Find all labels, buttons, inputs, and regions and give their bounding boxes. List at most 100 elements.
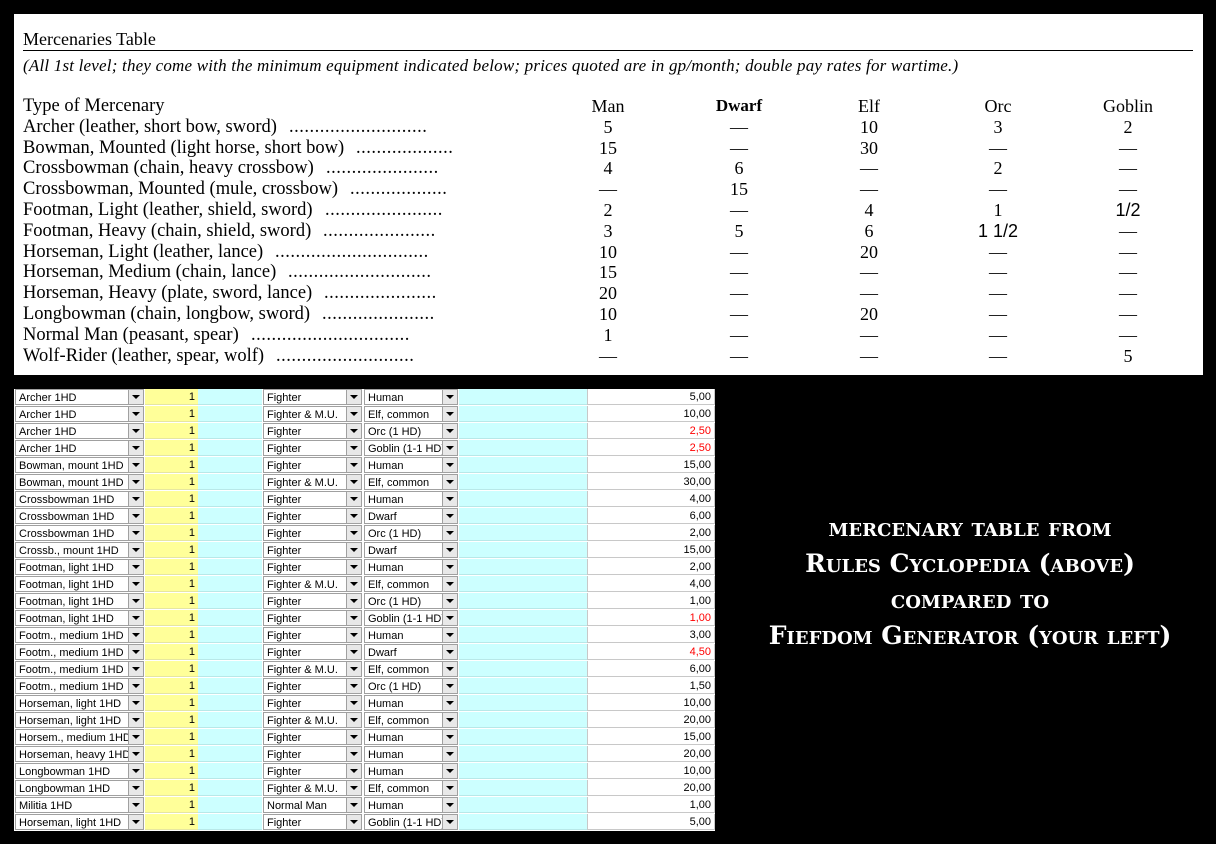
mercenary-type-select[interactable]: Footman, light 1HD: [15, 559, 144, 575]
dropdown-arrow-icon[interactable]: [346, 696, 361, 710]
mercenary-type-select[interactable]: Archer 1HD: [15, 389, 144, 405]
dropdown-arrow-icon[interactable]: [128, 543, 143, 557]
class-select[interactable]: Fighter & M.U.: [263, 576, 362, 592]
dropdown-arrow-icon[interactable]: [128, 662, 143, 676]
race-select[interactable]: Elf, common: [364, 406, 458, 422]
dropdown-arrow-icon[interactable]: [442, 815, 457, 829]
dropdown-arrow-icon[interactable]: [346, 594, 361, 608]
dropdown-arrow-icon[interactable]: [442, 458, 457, 472]
dropdown-arrow-icon[interactable]: [442, 611, 457, 625]
race-select[interactable]: Orc (1 HD): [364, 525, 458, 541]
dropdown-arrow-icon[interactable]: [128, 815, 143, 829]
class-select[interactable]: Fighter: [263, 457, 362, 473]
dropdown-arrow-icon[interactable]: [346, 407, 361, 421]
dropdown-arrow-icon[interactable]: [346, 611, 361, 625]
race-select[interactable]: Human: [364, 491, 458, 507]
dropdown-arrow-icon[interactable]: [346, 628, 361, 642]
dropdown-arrow-icon[interactable]: [346, 441, 361, 455]
dropdown-arrow-icon[interactable]: [128, 577, 143, 591]
dropdown-arrow-icon[interactable]: [346, 747, 361, 761]
quantity-cell[interactable]: 1: [145, 593, 198, 609]
mercenary-type-select[interactable]: Bowman, mount 1HD: [15, 457, 144, 473]
mercenary-type-select[interactable]: Horseman, light 1HD: [15, 814, 144, 830]
class-select[interactable]: Fighter & M.U.: [263, 780, 362, 796]
mercenary-type-select[interactable]: Footman, light 1HD: [15, 593, 144, 609]
dropdown-arrow-icon[interactable]: [442, 662, 457, 676]
dropdown-arrow-icon[interactable]: [442, 594, 457, 608]
dropdown-arrow-icon[interactable]: [442, 696, 457, 710]
dropdown-arrow-icon[interactable]: [346, 509, 361, 523]
mercenary-type-select[interactable]: Horseman, light 1HD: [15, 712, 144, 728]
class-select[interactable]: Fighter: [263, 746, 362, 762]
quantity-cell[interactable]: 1: [145, 610, 198, 626]
dropdown-arrow-icon[interactable]: [442, 747, 457, 761]
quantity-cell[interactable]: 1: [145, 780, 198, 796]
class-select[interactable]: Fighter: [263, 542, 362, 558]
quantity-cell[interactable]: 1: [145, 389, 198, 405]
race-select[interactable]: Dwarf: [364, 644, 458, 660]
quantity-cell[interactable]: 1: [145, 525, 198, 541]
race-select[interactable]: Elf, common: [364, 712, 458, 728]
dropdown-arrow-icon[interactable]: [442, 424, 457, 438]
race-select[interactable]: Orc (1 HD): [364, 423, 458, 439]
class-select[interactable]: Fighter: [263, 389, 362, 405]
quantity-cell[interactable]: 1: [145, 406, 198, 422]
class-select[interactable]: Fighter: [263, 610, 362, 626]
dropdown-arrow-icon[interactable]: [442, 730, 457, 744]
dropdown-arrow-icon[interactable]: [346, 458, 361, 472]
mercenary-type-select[interactable]: Archer 1HD: [15, 440, 144, 456]
race-select[interactable]: Elf, common: [364, 780, 458, 796]
quantity-cell[interactable]: 1: [145, 542, 198, 558]
mercenary-type-select[interactable]: Footm., medium 1HD: [15, 661, 144, 677]
race-select[interactable]: Dwarf: [364, 542, 458, 558]
dropdown-arrow-icon[interactable]: [442, 713, 457, 727]
quantity-cell[interactable]: 1: [145, 763, 198, 779]
mercenary-type-select[interactable]: Footm., medium 1HD: [15, 678, 144, 694]
race-select[interactable]: Human: [364, 746, 458, 762]
quantity-cell[interactable]: 1: [145, 814, 198, 830]
race-select[interactable]: Elf, common: [364, 661, 458, 677]
dropdown-arrow-icon[interactable]: [346, 492, 361, 506]
class-select[interactable]: Fighter & M.U.: [263, 661, 362, 677]
race-select[interactable]: Human: [364, 559, 458, 575]
quantity-cell[interactable]: 1: [145, 440, 198, 456]
class-select[interactable]: Fighter: [263, 440, 362, 456]
race-select[interactable]: Human: [364, 763, 458, 779]
race-select[interactable]: Human: [364, 797, 458, 813]
class-select[interactable]: Fighter: [263, 491, 362, 507]
class-select[interactable]: Fighter & M.U.: [263, 712, 362, 728]
dropdown-arrow-icon[interactable]: [442, 798, 457, 812]
race-select[interactable]: Human: [364, 389, 458, 405]
dropdown-arrow-icon[interactable]: [128, 781, 143, 795]
mercenary-type-select[interactable]: Footman, light 1HD: [15, 576, 144, 592]
dropdown-arrow-icon[interactable]: [128, 509, 143, 523]
quantity-cell[interactable]: 1: [145, 627, 198, 643]
mercenary-type-select[interactable]: Archer 1HD: [15, 406, 144, 422]
mercenary-type-select[interactable]: Crossb., mount 1HD: [15, 542, 144, 558]
class-select[interactable]: Fighter & M.U.: [263, 406, 362, 422]
dropdown-arrow-icon[interactable]: [442, 526, 457, 540]
dropdown-arrow-icon[interactable]: [346, 475, 361, 489]
race-select[interactable]: Human: [364, 627, 458, 643]
dropdown-arrow-icon[interactable]: [346, 781, 361, 795]
race-select[interactable]: Goblin (1-1 HD): [364, 610, 458, 626]
dropdown-arrow-icon[interactable]: [442, 543, 457, 557]
dropdown-arrow-icon[interactable]: [128, 679, 143, 693]
class-select[interactable]: Fighter: [263, 627, 362, 643]
dropdown-arrow-icon[interactable]: [346, 526, 361, 540]
class-select[interactable]: Fighter & M.U.: [263, 474, 362, 490]
dropdown-arrow-icon[interactable]: [442, 764, 457, 778]
dropdown-arrow-icon[interactable]: [128, 628, 143, 642]
mercenary-type-select[interactable]: Footman, light 1HD: [15, 610, 144, 626]
dropdown-arrow-icon[interactable]: [442, 577, 457, 591]
race-select[interactable]: Human: [364, 729, 458, 745]
dropdown-arrow-icon[interactable]: [442, 492, 457, 506]
quantity-cell[interactable]: 1: [145, 576, 198, 592]
class-select[interactable]: Fighter: [263, 644, 362, 660]
quantity-cell[interactable]: 1: [145, 712, 198, 728]
dropdown-arrow-icon[interactable]: [346, 645, 361, 659]
dropdown-arrow-icon[interactable]: [128, 696, 143, 710]
dropdown-arrow-icon[interactable]: [346, 798, 361, 812]
dropdown-arrow-icon[interactable]: [442, 441, 457, 455]
mercenary-type-select[interactable]: Crossbowman 1HD: [15, 491, 144, 507]
